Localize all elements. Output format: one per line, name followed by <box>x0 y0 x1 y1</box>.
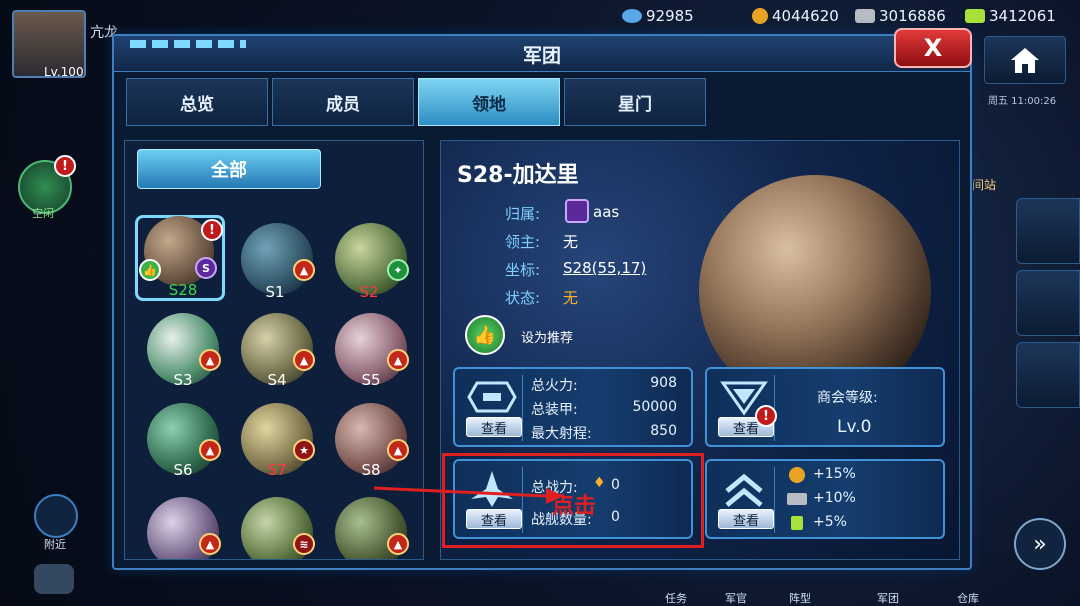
guild-label: 商会等级: <box>817 390 878 406</box>
home-button[interactable] <box>984 36 1066 84</box>
planet-grid: ! 👍 S S28 ▲ S1 ✦ S2 ▲ S3 ▲ S4 ▲ S5 ▲ S6 … <box>125 207 423 559</box>
clock: 周五 11:00:26 <box>988 96 1057 107</box>
firepower-card-iconbox: 查看 <box>461 375 523 441</box>
station-label: 间站 <box>972 178 997 192</box>
tab-stargate[interactable]: 星门 <box>564 78 706 126</box>
metal-icon <box>855 9 875 23</box>
planet-s7-faction-icon: ★ <box>293 439 315 461</box>
planet-row4-a-faction-icon: ▲ <box>199 533 221 555</box>
bottom-tab-formation[interactable]: 阵型 <box>772 572 828 606</box>
range-value: 850 <box>650 423 677 439</box>
metal-counter: 3016886 <box>855 6 946 26</box>
coord-label: 坐标: <box>505 261 541 279</box>
side-flag-button[interactable] <box>1016 270 1080 336</box>
planet-s4-faction-icon: ▲ <box>293 349 315 371</box>
firepower-value: 908 <box>650 375 677 391</box>
energy-bonus-icon <box>791 516 803 530</box>
energy-icon <box>965 9 985 23</box>
owner-value: aas <box>593 203 620 221</box>
planet-s5-label: S5 <box>361 371 381 389</box>
planet-s1-faction-icon: ▲ <box>293 259 315 281</box>
nearby-label: 附近 <box>44 538 66 551</box>
planet-s28-like-icon: 👍 <box>139 259 161 281</box>
close-button[interactable]: X <box>894 28 972 68</box>
owner-guild-icon <box>565 199 589 223</box>
status-label: 状态: <box>505 289 541 307</box>
nearby-button[interactable] <box>34 494 78 538</box>
planet-s3-label: S3 <box>173 371 193 389</box>
title-bar: 军团 <box>114 36 970 72</box>
planet-s3-faction-icon: ▲ <box>199 349 221 371</box>
player-level: Lv.100 <box>44 65 84 79</box>
window-title: 军团 <box>522 45 561 67</box>
armor-label: 总装甲: <box>531 402 578 418</box>
firepower-card: 查看 总火力: 908 总装甲: 50000 最大射程: 850 <box>453 367 693 447</box>
planet-s28-label: S28 <box>168 281 198 299</box>
planet-s7-label: S7 <box>267 461 287 479</box>
bonus-card: 查看 +15% +10% +5% <box>705 459 945 539</box>
planet-s6-label: S6 <box>173 461 193 479</box>
planet-s28-alert-icon: ! <box>201 219 223 241</box>
gem-icon <box>622 9 642 23</box>
bottom-tab-legion[interactable]: 军团 <box>860 572 916 606</box>
tab-overview[interactable]: 总览 <box>126 78 268 126</box>
planet-s2-faction-icon: ✦ <box>387 259 409 281</box>
filter-all-button[interactable]: 全部 <box>137 149 321 189</box>
annotation-arrow-icon <box>373 486 564 504</box>
planet-s6-faction-icon: ▲ <box>199 439 221 461</box>
planet-row4-c-faction-icon: ▲ <box>387 533 409 555</box>
gold-counter: 4044620 <box>752 6 839 26</box>
planet-s5-faction-icon: ▲ <box>387 349 409 371</box>
planet-s4-label: S4 <box>267 371 287 389</box>
planet-row4-b-faction-icon: ≋ <box>293 533 315 555</box>
idle-label: 空闲 <box>32 207 54 220</box>
lord-value: 无 <box>563 233 579 251</box>
armor-value: 50000 <box>632 399 677 415</box>
idle-alert-icon: ! <box>54 155 76 177</box>
fleet-stats-icon <box>467 381 517 413</box>
recommend-label: 设为推荐 <box>521 331 574 346</box>
coord-link[interactable]: S28(55,17) <box>563 259 646 277</box>
home-icon <box>1011 48 1039 73</box>
gold-bonus-icon <box>789 467 805 483</box>
guild-level-card: 查看 ! 商会等级: Lv.0 <box>705 367 945 447</box>
planet-s2-label: S2 <box>359 283 379 301</box>
bottom-tab-task[interactable]: 任务 <box>648 572 704 606</box>
metal-bonus-value: +10% <box>813 490 856 506</box>
bottom-tab-warehouse[interactable]: 仓库 <box>940 572 996 606</box>
tab-territory[interactable]: 领地 <box>418 78 560 126</box>
range-label: 最大射程: <box>531 426 592 442</box>
next-arrow-button[interactable]: » <box>1014 518 1066 570</box>
firepower-label: 总火力: <box>531 378 578 394</box>
status-value: 无 <box>563 289 579 307</box>
metal-bonus-icon <box>787 493 807 505</box>
detail-title: S28-加达里 <box>457 163 579 188</box>
bonus-card-iconbox: 查看 <box>713 467 775 533</box>
close-icon: X <box>923 34 943 62</box>
energy-bonus-value: +5% <box>813 514 847 530</box>
owner-label: 归属: <box>505 205 541 223</box>
planet-s28-guild-icon: S <box>195 257 217 279</box>
gold-bonus-value: +15% <box>813 466 856 482</box>
lord-label: 领主: <box>505 233 541 251</box>
bottom-tab-officer[interactable]: 军官 <box>708 572 764 606</box>
planet-s8-faction-icon: ▲ <box>387 439 409 461</box>
side-fleet-button[interactable] <box>1016 198 1080 264</box>
guild-level-value: Lv.0 <box>837 417 872 437</box>
recommend-button[interactable]: 👍 <box>465 315 505 355</box>
side-globe-button[interactable] <box>1016 342 1080 408</box>
firepower-view-button[interactable]: 查看 <box>466 417 522 437</box>
bonus-view-button[interactable]: 查看 <box>718 509 774 529</box>
guild-alert-icon: ! <box>755 405 777 427</box>
tab-members[interactable]: 成员 <box>272 78 414 126</box>
rank-up-icon <box>725 473 763 507</box>
planet-s1-label: S1 <box>265 283 285 301</box>
energy-counter: 3412061 <box>965 6 1056 26</box>
chat-button[interactable] <box>34 564 74 594</box>
annotation-text: 点击 <box>552 494 597 519</box>
gold-icon <box>752 8 768 24</box>
gems-counter: 92985 <box>622 6 694 26</box>
